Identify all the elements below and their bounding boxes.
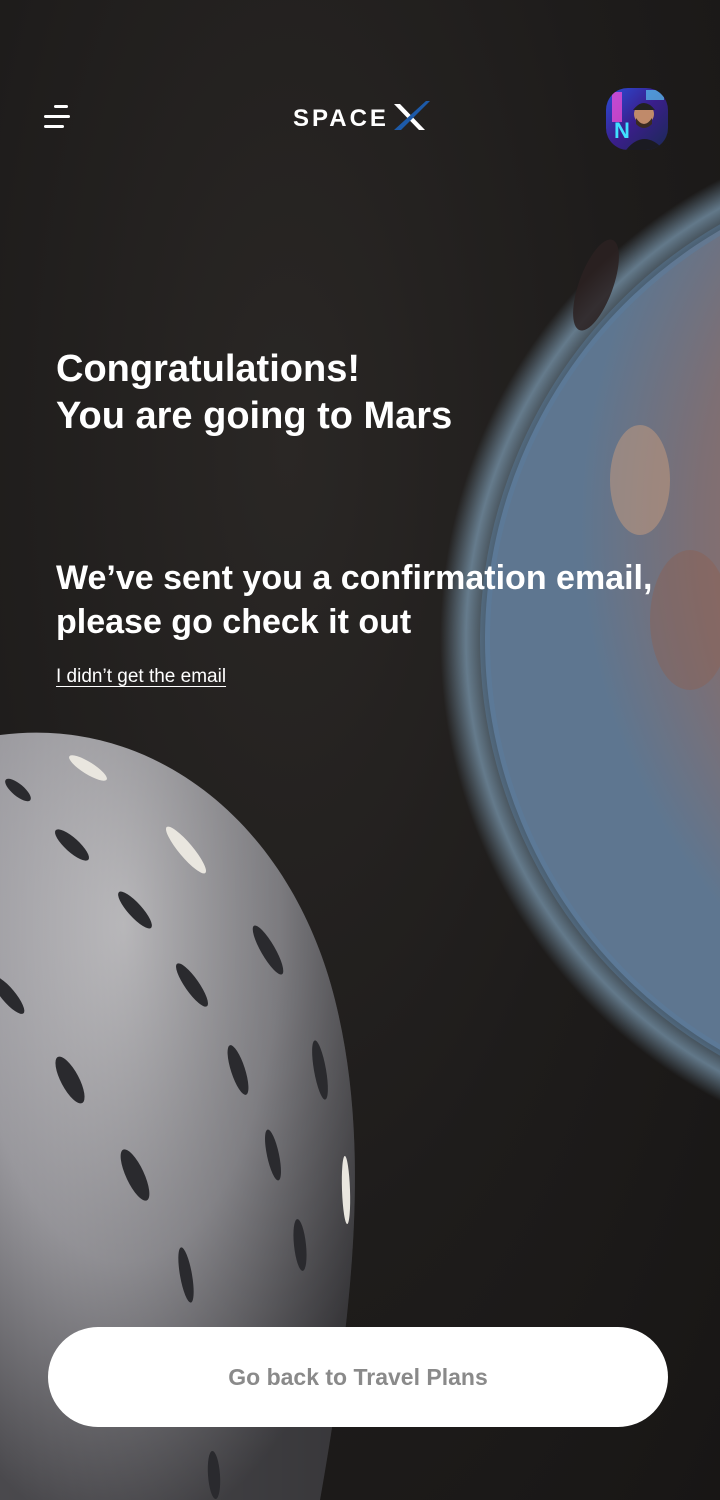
- confirmation-screen: SPACE N Congratulations! You are going t…: [0, 0, 720, 1500]
- headline: Congratulations! You are going to Mars: [56, 346, 616, 440]
- menu-icon-bar-bottom: [44, 125, 64, 128]
- spacex-logo: SPACE: [290, 98, 430, 136]
- headline-line-2: You are going to Mars: [56, 395, 453, 437]
- confirmation-message: We’ve sent you a confirmation email, ple…: [56, 559, 653, 641]
- headline-line-1: Congratulations!: [56, 348, 360, 390]
- resend-email-link[interactable]: I didn’t get the email: [56, 664, 226, 690]
- space-background-art: [0, 178, 720, 1500]
- go-back-travel-plans-button[interactable]: Go back to Travel Plans: [48, 1327, 668, 1427]
- menu-button[interactable]: [40, 100, 76, 134]
- user-avatar[interactable]: N: [606, 88, 668, 150]
- menu-icon-bar-top: [54, 105, 68, 108]
- logo-wordmark: SPACE: [293, 105, 389, 132]
- svg-text:N: N: [614, 118, 630, 143]
- menu-icon-bar-middle: [44, 115, 70, 118]
